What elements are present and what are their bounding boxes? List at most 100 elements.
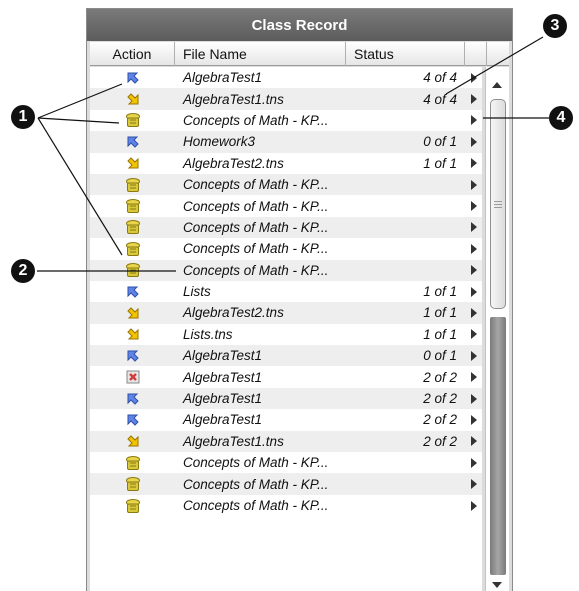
expand-arrow-icon xyxy=(470,436,477,447)
expand-arrow-icon xyxy=(470,115,477,126)
expand-row-button[interactable] xyxy=(465,479,482,490)
expand-arrow-icon xyxy=(470,222,477,233)
expand-row-button[interactable] xyxy=(465,436,482,447)
table-row[interactable]: AlgebraTest1 2 of 2 xyxy=(90,387,482,410)
delete-files-icon xyxy=(90,177,175,193)
record-list: AlgebraTest1 4 of 4 AlgebraTest1.tns 4 of 4… xyxy=(90,67,482,591)
file-name-cell: Concepts of Math - KP... xyxy=(183,455,329,471)
delete-files-icon xyxy=(90,198,175,214)
table-row[interactable]: Concepts of Math - KP... xyxy=(90,452,482,473)
expand-row-button[interactable] xyxy=(465,414,482,425)
table-row[interactable]: Homework3 0 of 1 xyxy=(90,131,482,153)
scrollbar-track[interactable] xyxy=(490,317,506,575)
grip-line xyxy=(494,201,502,202)
expand-row-button[interactable] xyxy=(465,307,482,318)
status-cell: 1 of 1 xyxy=(423,155,457,171)
expand-row-button[interactable] xyxy=(465,136,482,147)
expand-arrow-icon xyxy=(470,414,477,425)
column-header-status[interactable]: Status xyxy=(346,42,465,66)
column-header-action[interactable]: Action xyxy=(90,42,175,66)
expand-row-button[interactable] xyxy=(465,158,482,169)
callout-3: 3 xyxy=(543,14,567,38)
send-icon xyxy=(90,349,175,363)
expand-arrow-icon xyxy=(470,307,477,318)
status-cell: 4 of 4 xyxy=(423,91,457,107)
expand-row-button[interactable] xyxy=(465,329,482,340)
table-row[interactable]: AlgebraTest1 0 of 1 xyxy=(90,345,482,367)
vertical-scrollbar[interactable] xyxy=(485,67,509,591)
expand-row-button[interactable] xyxy=(465,72,482,83)
table-row[interactable]: Concepts of Math - KP... xyxy=(90,473,482,495)
table-row[interactable]: Concepts of Math - KP... xyxy=(90,173,482,196)
table-row[interactable]: Concepts of Math - KP... xyxy=(90,110,482,131)
status-cell: 1 of 1 xyxy=(423,284,457,300)
table-row[interactable]: Lists 1 of 1 xyxy=(90,281,482,302)
status-cell: 2 of 2 xyxy=(423,433,457,449)
file-name-cell: AlgebraTest1 xyxy=(183,369,263,385)
expand-row-button[interactable] xyxy=(465,372,482,383)
file-name-cell: AlgebraTest1 xyxy=(183,70,263,86)
table-row[interactable]: Lists.tns 1 of 1 xyxy=(90,324,482,345)
expand-row-button[interactable] xyxy=(465,457,482,468)
file-name-cell: AlgebraTest2.tns xyxy=(183,155,284,171)
column-header-row: Action File Name Status xyxy=(90,42,509,66)
expand-row-button[interactable] xyxy=(465,500,482,511)
table-row[interactable]: Concepts of Math - KP... xyxy=(90,259,482,281)
status-cell: 1 of 1 xyxy=(423,326,457,342)
table-row[interactable]: Concepts of Math - KP... xyxy=(90,216,482,239)
collect-icon xyxy=(90,156,175,170)
panel-title: Class Record xyxy=(87,9,512,41)
grip-line xyxy=(494,207,502,208)
scrollbar-thumb[interactable] xyxy=(490,99,506,309)
collect-icon xyxy=(90,92,175,106)
table-row[interactable]: Concepts of Math - KP... xyxy=(90,238,482,259)
file-name-cell: AlgebraTest1 xyxy=(183,412,263,428)
expand-row-button[interactable] xyxy=(465,286,482,297)
table-row[interactable]: Concepts of Math - KP... xyxy=(90,495,482,516)
expand-row-button[interactable] xyxy=(465,243,482,254)
column-header-file-name[interactable]: File Name xyxy=(175,42,346,66)
expand-arrow-icon xyxy=(470,94,477,105)
expand-row-button[interactable] xyxy=(465,179,482,190)
arrow-down-icon xyxy=(492,582,502,588)
scroll-down-button[interactable] xyxy=(486,579,508,591)
table-row[interactable]: AlgebraTest1 2 of 2 xyxy=(90,366,482,387)
status-cell: 2 of 2 xyxy=(423,369,457,385)
collect-icon xyxy=(90,306,175,320)
table-row[interactable]: AlgebraTest1 2 of 2 xyxy=(90,409,482,430)
expand-arrow-icon xyxy=(470,500,477,511)
expand-row-button[interactable] xyxy=(465,393,482,404)
class-record-panel: Class Record Action File Name Status Alg… xyxy=(86,8,513,591)
expand-arrow-icon xyxy=(470,179,477,190)
expand-arrow-icon xyxy=(470,265,477,276)
table-row[interactable]: AlgebraTest1.tns 4 of 4 xyxy=(90,88,482,110)
file-name-cell: Concepts of Math - KP... xyxy=(183,219,329,235)
expand-row-button[interactable] xyxy=(465,350,482,361)
delete-from-class-icon xyxy=(90,370,175,384)
table-row[interactable]: Concepts of Math - KP... xyxy=(90,195,482,216)
delete-files-icon xyxy=(90,112,175,128)
expand-row-button[interactable] xyxy=(465,94,482,105)
expand-arrow-icon xyxy=(470,136,477,147)
expand-row-button[interactable] xyxy=(465,115,482,126)
send-icon xyxy=(90,285,175,299)
scroll-up-button[interactable] xyxy=(486,79,508,91)
file-name-cell: AlgebraTest1.tns xyxy=(183,91,284,107)
file-name-cell: AlgebraTest2.tns xyxy=(183,305,284,321)
status-cell: 2 of 2 xyxy=(423,391,457,407)
delete-files-icon xyxy=(90,219,175,235)
expand-row-button[interactable] xyxy=(465,265,482,276)
status-cell: 0 of 1 xyxy=(423,134,457,150)
table-row[interactable]: AlgebraTest2.tns 1 of 1 xyxy=(90,153,482,174)
file-name-cell: Homework3 xyxy=(183,134,256,150)
expand-row-button[interactable] xyxy=(465,201,482,212)
callout-4: 4 xyxy=(549,106,573,130)
table-row[interactable]: AlgebraTest1 4 of 4 xyxy=(90,67,482,88)
column-header-spacer xyxy=(465,42,487,66)
expand-row-button[interactable] xyxy=(465,222,482,233)
file-name-cell: Lists.tns xyxy=(183,326,233,342)
delete-files-icon xyxy=(90,476,175,492)
table-row[interactable]: AlgebraTest2.tns 1 of 1 xyxy=(90,302,482,324)
file-name-cell: Concepts of Math - KP... xyxy=(183,498,329,513)
table-row[interactable]: AlgebraTest1.tns 2 of 2 xyxy=(90,430,482,453)
